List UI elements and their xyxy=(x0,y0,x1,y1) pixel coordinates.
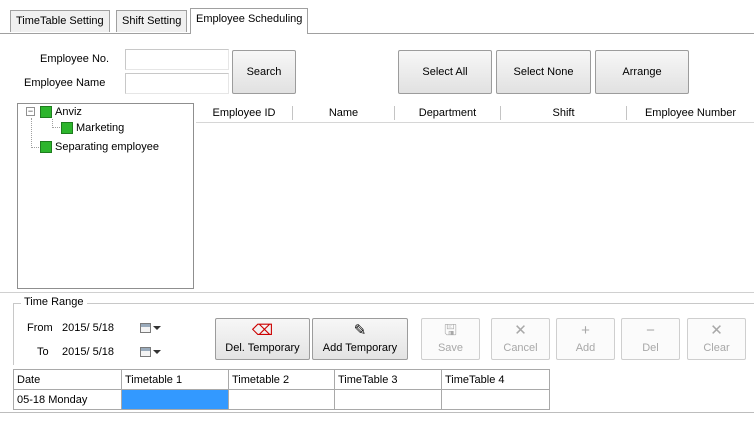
tab-employee-scheduling[interactable]: Employee Scheduling xyxy=(190,8,309,34)
tab-divider xyxy=(0,33,754,34)
employee-grid-header: Employee ID Name Department Shift Employ… xyxy=(196,103,754,123)
calendar-dropdown-icon[interactable] xyxy=(140,320,162,336)
tab-shift-setting[interactable]: Shift Setting xyxy=(116,10,188,32)
save-label: Save xyxy=(437,342,464,354)
timetable-2-cell[interactable] xyxy=(228,389,335,410)
close-icon: ✕ xyxy=(710,322,723,339)
column-header-name[interactable]: Name xyxy=(293,103,394,123)
folder-icon xyxy=(40,141,52,153)
tree-line xyxy=(31,118,32,148)
arrange-button[interactable]: Arrange xyxy=(595,50,689,94)
minus-icon: − xyxy=(646,322,655,339)
clear-button[interactable]: ✕ Clear xyxy=(687,318,746,360)
from-date-input[interactable]: 2015/ 5/18 xyxy=(59,318,125,338)
tree-node-label: Marketing xyxy=(76,122,125,134)
tree-node-anviz[interactable]: Anviz xyxy=(40,105,82,119)
edit-icon: ✎ xyxy=(353,322,367,339)
calendar-dropdown-icon[interactable] xyxy=(140,344,162,360)
delete-temporary-icon: ⌫ xyxy=(251,322,274,339)
date-cell[interactable]: 05-18 Monday xyxy=(13,389,122,410)
plus-icon: + xyxy=(581,322,590,339)
column-header-employee-id[interactable]: Employee ID xyxy=(196,103,292,123)
select-all-button[interactable]: Select All xyxy=(398,50,492,94)
del-temporary-button[interactable]: ⌫ Del. Temporary xyxy=(215,318,310,360)
folder-icon xyxy=(61,122,73,134)
timetable-row[interactable]: 05-18 Monday xyxy=(13,389,550,410)
add-temporary-button[interactable]: ✎ Add Temporary xyxy=(312,318,408,360)
cancel-button[interactable]: ✕ Cancel xyxy=(491,318,550,360)
folder-icon xyxy=(40,106,52,118)
column-header-department[interactable]: Department xyxy=(395,103,500,123)
collapse-icon[interactable]: − xyxy=(26,107,35,116)
cancel-label: Cancel xyxy=(503,342,538,354)
timetable-header-row: Date Timetable 1 Timetable 2 TimeTable 3… xyxy=(13,369,550,390)
timetable-1-cell[interactable] xyxy=(121,389,229,410)
tree-node-label: Separating employee xyxy=(55,141,159,153)
bottom-divider xyxy=(0,412,754,413)
header-timetable-1: Timetable 1 xyxy=(121,369,229,390)
tree-line xyxy=(52,127,60,128)
search-button[interactable]: Search xyxy=(232,50,296,94)
header-date: Date xyxy=(13,369,122,390)
employee-name-input[interactable] xyxy=(125,73,229,94)
employee-name-label: Employee Name xyxy=(24,77,106,89)
department-tree[interactable]: − Anviz Marketing Separating employee xyxy=(17,103,194,289)
cancel-icon: ✕ xyxy=(514,322,527,339)
del-label: Del xyxy=(642,342,659,354)
timetable-grid[interactable]: Date Timetable 1 Timetable 2 TimeTable 3… xyxy=(13,369,550,410)
tab-timetable-setting[interactable]: TimeTable Setting xyxy=(10,10,110,32)
clear-label: Clear xyxy=(703,342,730,354)
to-label: To xyxy=(37,346,49,358)
column-header-employee-number[interactable]: Employee Number xyxy=(627,103,754,123)
tree-node-label: Anviz xyxy=(55,106,82,118)
timetable-3-cell[interactable] xyxy=(334,389,442,410)
from-label: From xyxy=(27,322,53,334)
add-temporary-label: Add Temporary xyxy=(322,342,398,354)
header-timetable-2: Timetable 2 xyxy=(228,369,335,390)
tree-node-marketing[interactable]: Marketing xyxy=(61,121,124,135)
header-timetable-3: TimeTable 3 xyxy=(334,369,442,390)
header-timetable-4: TimeTable 4 xyxy=(441,369,550,390)
time-range-title: Time Range xyxy=(21,296,87,308)
save-button[interactable]: 🖫 Save xyxy=(421,318,480,360)
employee-grid-body[interactable] xyxy=(196,123,754,289)
column-header-shift[interactable]: Shift xyxy=(501,103,626,123)
to-date-input[interactable]: 2015/ 5/18 xyxy=(59,342,125,362)
add-button[interactable]: + Add xyxy=(556,318,615,360)
tree-node-separating-employee[interactable]: Separating employee xyxy=(40,140,159,154)
timetable-4-cell[interactable] xyxy=(441,389,550,410)
employee-no-input[interactable] xyxy=(125,49,229,70)
splitter[interactable] xyxy=(0,292,754,293)
add-label: Add xyxy=(575,342,596,354)
save-icon: 🖫 xyxy=(444,322,457,339)
employee-no-label: Employee No. xyxy=(40,53,110,65)
del-button[interactable]: − Del xyxy=(621,318,680,360)
del-temporary-label: Del. Temporary xyxy=(225,342,300,354)
select-none-button[interactable]: Select None xyxy=(496,50,591,94)
